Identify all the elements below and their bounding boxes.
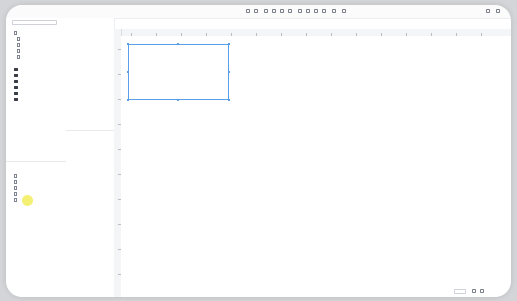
zoom-control[interactable] (454, 289, 494, 295)
resize-handle-right[interactable] (228, 71, 230, 73)
top-toolbar (6, 5, 511, 19)
resize-handle-top[interactable] (177, 43, 179, 45)
toolbar-icon-7[interactable] (314, 9, 318, 13)
undo-icon[interactable] (246, 9, 250, 13)
properties-column (66, 18, 115, 297)
resize-handle-bottom-left[interactable] (127, 99, 129, 101)
resize-handle-bottom-right[interactable] (228, 99, 230, 101)
resize-handle-top-right[interactable] (228, 43, 230, 45)
file-icon (17, 43, 20, 47)
selected-rectangle[interactable] (128, 44, 229, 100)
cursor-highlight (22, 195, 33, 206)
folder-icon (14, 92, 18, 95)
zoom-field[interactable] (454, 289, 466, 294)
resize-handle-left[interactable] (127, 71, 129, 73)
toolbar-icon-6[interactable] (306, 9, 310, 13)
resize-handle-bottom[interactable] (177, 99, 179, 101)
divider (66, 130, 114, 131)
divider (6, 161, 66, 162)
redo-icon[interactable] (254, 9, 258, 13)
toolbar-icon-9[interactable] (332, 9, 336, 13)
zoom-out-icon[interactable] (472, 289, 476, 293)
file-icon (14, 31, 17, 35)
folder-icon (14, 68, 18, 71)
file-icon (17, 37, 20, 41)
toolbar-icon-8[interactable] (322, 9, 326, 13)
component-icon (14, 198, 17, 202)
toolbar-icon-2[interactable] (272, 9, 276, 13)
component-icon (14, 186, 17, 190)
toolbar-icon-4[interactable] (288, 9, 292, 13)
toolbar-icon-3[interactable] (280, 9, 284, 13)
settings-icon[interactable] (486, 9, 490, 13)
folder-icon (14, 86, 18, 89)
component-icon (14, 174, 17, 178)
resize-handle-top-left[interactable] (127, 43, 129, 45)
toolbar-icon-1[interactable] (264, 9, 268, 13)
app-window (6, 5, 511, 297)
left-panel (6, 18, 67, 297)
component-icon (14, 192, 17, 196)
toolbar-icon-5[interactable] (298, 9, 302, 13)
close-icon[interactable] (496, 9, 500, 13)
zoom-in-icon[interactable] (480, 289, 484, 293)
screenshot-root: { "colors": { "accent": "#4a8ad8", "sele… (0, 0, 517, 301)
file-icon (17, 49, 20, 53)
folder-icon (14, 74, 18, 77)
folder-icon (14, 80, 18, 83)
component-icon (14, 180, 17, 184)
folder-icon (14, 98, 18, 101)
toolbar-icon-10[interactable] (342, 9, 346, 13)
search-input[interactable] (12, 20, 57, 25)
file-icon (17, 55, 20, 59)
